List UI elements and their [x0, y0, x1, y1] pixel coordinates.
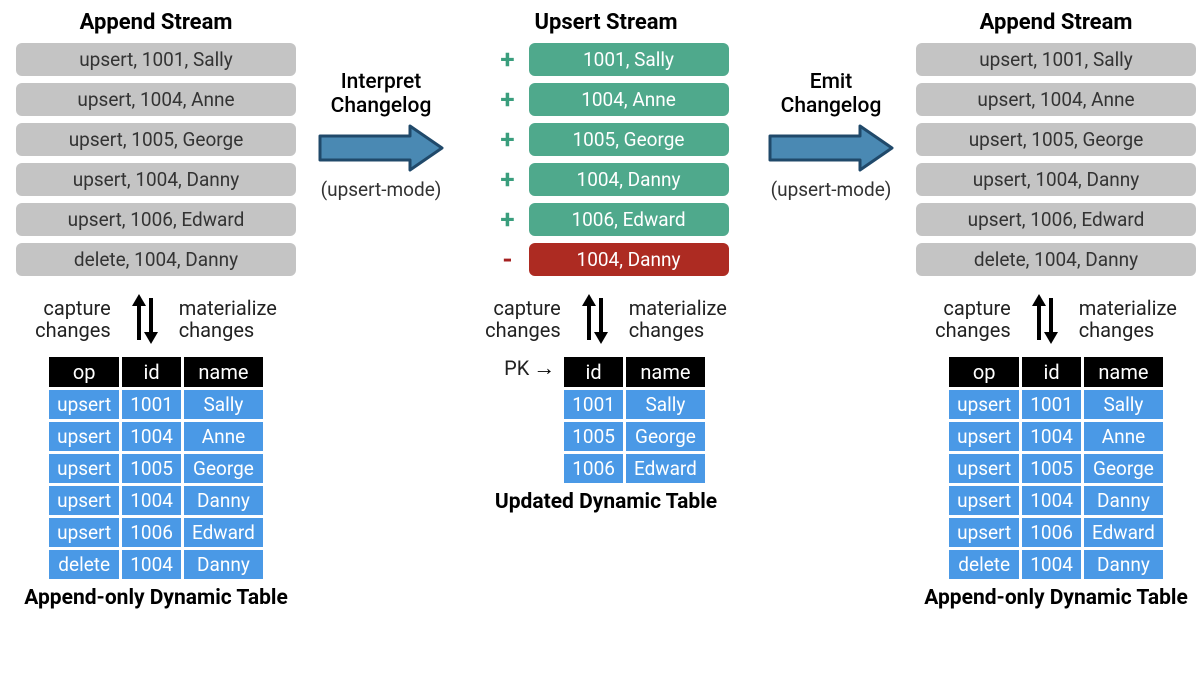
left-capture-materialize: capture changes materialize changes — [35, 290, 277, 348]
plus-icon: + — [497, 85, 519, 115]
table-row: upsert1004Anne — [948, 421, 1165, 453]
left-op-row: upsert, 1004, Anne — [16, 83, 296, 116]
table-row: delete1004Danny — [948, 549, 1165, 581]
table-row: upsert1005George — [948, 453, 1165, 485]
right-op-row: upsert, 1006, Edward — [916, 203, 1196, 236]
table-row: upsert1001Sally — [48, 389, 265, 421]
left-ops-list: upsert, 1001, Sally upsert, 1004, Anne u… — [16, 43, 296, 276]
plus-icon: + — [497, 205, 519, 235]
right-column: Append Stream upsert, 1001, Sally upsert… — [906, 10, 1200, 690]
table-row: upsert1004Danny — [48, 485, 265, 517]
left-op-row: upsert, 1006, Edward — [16, 203, 296, 236]
table-row: delete1004Danny — [48, 549, 265, 581]
right-op-row: delete, 1004, Danny — [916, 243, 1196, 276]
right-dynamic-table: op id name upsert1001Sally upsert1004Ann… — [946, 354, 1166, 582]
table-row: 1005George — [563, 421, 707, 453]
left-op-row: upsert, 1001, Sally — [16, 43, 296, 76]
right-op-row: upsert, 1005, George — [916, 123, 1196, 156]
middle-dynamic-table: id name 1001Sally 1005George 1006Edward — [561, 354, 708, 486]
upsert-row: +1006, Edward — [484, 203, 729, 236]
middle-capture-materialize: capture changes materialize changes — [485, 290, 727, 348]
right-arrow-icon — [766, 122, 896, 174]
pk-arrow-icon: → — [533, 355, 555, 381]
left-op-row: delete, 1004, Danny — [16, 243, 296, 276]
upsert-row: -1004, Danny — [484, 243, 729, 276]
right-table-caption: Append-only Dynamic Table — [924, 586, 1188, 610]
right-op-row: upsert, 1004, Danny — [916, 163, 1196, 196]
table-row: upsert1006Edward — [948, 517, 1165, 549]
bidirectional-arrow-icon — [125, 290, 165, 348]
materialize-changes-label: materialize changes — [629, 297, 727, 341]
right-capture-materialize: capture changes materialize changes — [935, 290, 1177, 348]
middle-table-wrap: PK → id name 1001Sally 1005George 1006Ed… — [504, 354, 708, 486]
plus-icon: + — [497, 165, 519, 195]
middle-table-caption: Updated Dynamic Table — [495, 490, 717, 514]
left-op-row: upsert, 1004, Danny — [16, 163, 296, 196]
minus-icon: - — [497, 245, 519, 275]
interpret-label: Interpret Changelog — [331, 70, 432, 118]
left-column: Append Stream upsert, 1001, Sally upsert… — [6, 10, 306, 690]
table-row: 1001Sally — [563, 389, 707, 421]
upsert-row: +1005, George — [484, 123, 729, 156]
table-header: op — [948, 356, 1021, 389]
interpret-arrow-block: Interpret Changelog (upsert-mode) — [306, 10, 456, 690]
table-header: name — [182, 356, 264, 389]
table-row: 1006Edward — [563, 453, 707, 485]
emit-mode: (upsert-mode) — [771, 178, 892, 201]
middle-stream-title: Upsert Stream — [534, 10, 677, 35]
right-ops-list: upsert, 1001, Sally upsert, 1004, Anne u… — [916, 43, 1196, 276]
capture-changes-label: capture changes — [35, 297, 111, 341]
interpret-mode: (upsert-mode) — [321, 178, 442, 201]
materialize-changes-label: materialize changes — [1079, 297, 1177, 341]
emit-label: Emit Changelog — [781, 70, 882, 118]
plus-icon: + — [497, 125, 519, 155]
middle-ops-list: +1001, Sally +1004, Anne +1005, George +… — [476, 43, 736, 276]
plus-icon: + — [497, 45, 519, 75]
upsert-row: +1004, Danny — [484, 163, 729, 196]
bidirectional-arrow-icon — [575, 290, 615, 348]
left-stream-title: Append Stream — [80, 10, 233, 35]
capture-changes-label: capture changes — [485, 297, 561, 341]
left-op-row: upsert, 1005, George — [16, 123, 296, 156]
right-stream-title: Append Stream — [980, 10, 1133, 35]
table-header: name — [624, 356, 706, 389]
table-row: upsert1004Anne — [48, 421, 265, 453]
capture-changes-label: capture changes — [935, 297, 1011, 341]
middle-column: Upsert Stream +1001, Sally +1004, Anne +… — [456, 10, 756, 690]
right-op-row: upsert, 1004, Anne — [916, 83, 1196, 116]
table-row: upsert1006Edward — [48, 517, 265, 549]
upsert-row: +1004, Anne — [484, 83, 729, 116]
right-arrow-icon — [316, 122, 446, 174]
table-header: id — [563, 356, 625, 389]
pk-label: PK — [504, 356, 529, 380]
left-table-caption: Append-only Dynamic Table — [24, 586, 288, 610]
table-row: upsert1004Danny — [948, 485, 1165, 517]
table-row: upsert1001Sally — [948, 389, 1165, 421]
upsert-row: +1001, Sally — [484, 43, 729, 76]
materialize-changes-label: materialize changes — [179, 297, 277, 341]
table-header: id — [1021, 356, 1083, 389]
right-op-row: upsert, 1001, Sally — [916, 43, 1196, 76]
left-dynamic-table: op id name upsert1001Sally upsert1004Ann… — [46, 354, 266, 582]
table-header: name — [1082, 356, 1164, 389]
table-header: id — [121, 356, 183, 389]
emit-arrow-block: Emit Changelog (upsert-mode) — [756, 10, 906, 690]
table-row: upsert1005George — [48, 453, 265, 485]
table-header: op — [48, 356, 121, 389]
bidirectional-arrow-icon — [1025, 290, 1065, 348]
